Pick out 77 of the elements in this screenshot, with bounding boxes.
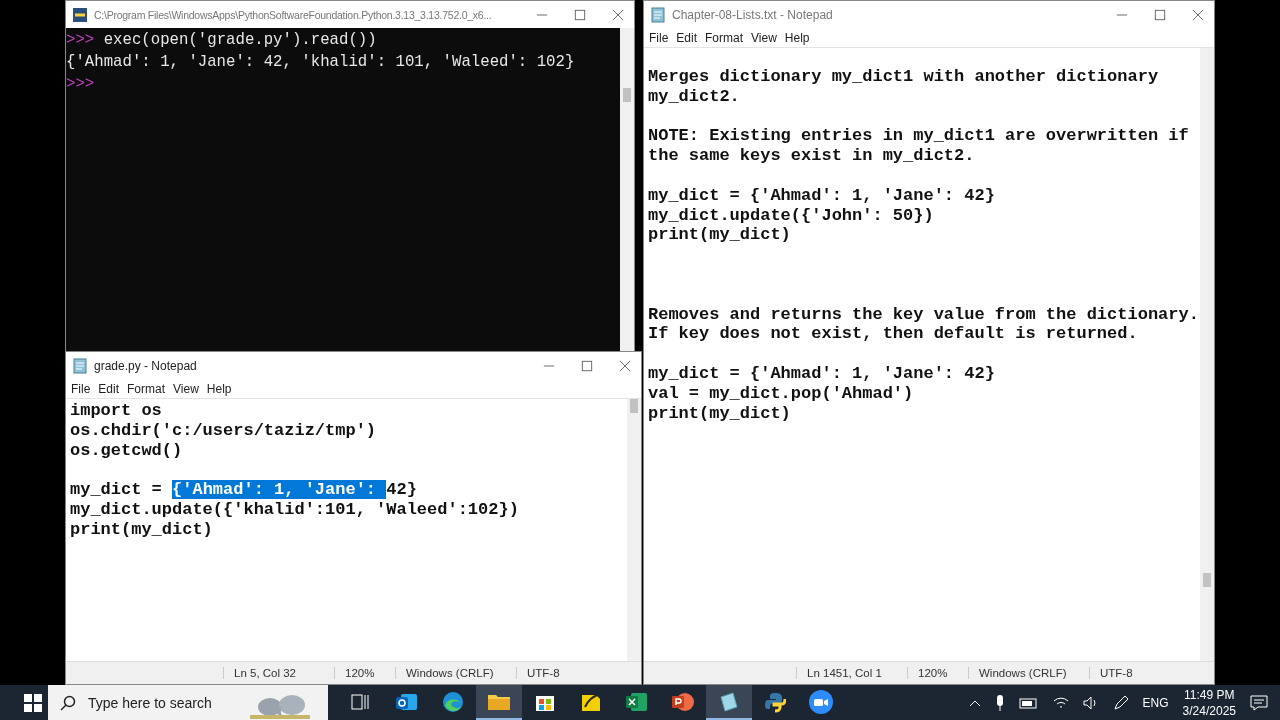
text-line: print(my_dict) xyxy=(648,403,791,423)
status-text: UTF-8 xyxy=(1089,667,1200,679)
maximize-icon[interactable] xyxy=(574,8,586,21)
notepad-icon xyxy=(72,357,88,374)
windows-icon[interactable] xyxy=(24,694,42,712)
wifi-icon[interactable] xyxy=(1052,695,1069,710)
clock-date[interactable]: 3/24/2025 xyxy=(1182,702,1236,719)
text-line: print(my_dict) xyxy=(648,225,791,245)
menu-item[interactable]: Help xyxy=(206,381,232,396)
chevron-up-icon[interactable] xyxy=(968,698,981,707)
menu-item[interactable]: File xyxy=(649,30,669,45)
shell-prompt: >>> xyxy=(66,31,95,49)
text-line: If key does not exist, then default is returned. xyxy=(648,324,1138,344)
maximize-icon[interactable] xyxy=(1154,8,1166,21)
search-input[interactable]: Type here to search xyxy=(86,693,240,712)
code-text: my_dict = xyxy=(70,480,163,500)
window-title: Chapter-08-Lists.txt - Notepad xyxy=(672,7,834,22)
code-text: my_dict.update({'khalid':101, 'Waleed':102}) xyxy=(70,500,519,519)
code-text: print(my_dict) xyxy=(70,519,213,539)
status-text: Windows (CRLF) xyxy=(968,667,1089,679)
search-field[interactable]: Type here to search xyxy=(48,685,328,720)
taskbar-app[interactable] xyxy=(476,685,522,720)
text-line: Merges dictionary my_dict1 with another dictionary xyxy=(648,67,1159,86)
scroll-bar[interactable] xyxy=(627,399,641,661)
window-title: grade.py - Notepad xyxy=(94,358,198,373)
spreadsheet-icon xyxy=(625,690,649,713)
close-icon[interactable] xyxy=(1192,8,1204,21)
text-line: my_dict = {'Ahmad': 1, 'Jane': 42} xyxy=(648,363,995,383)
taskbar-app[interactable] xyxy=(706,685,752,720)
menu-item[interactable]: Help xyxy=(784,30,810,45)
menu-item[interactable]: File xyxy=(71,381,91,396)
browser-icon xyxy=(441,689,465,714)
maximize-icon[interactable] xyxy=(581,359,593,372)
menu-item[interactable]: Format xyxy=(127,381,166,396)
language-indicator[interactable]: ENG xyxy=(1142,695,1169,710)
close-icon[interactable] xyxy=(612,8,624,21)
text-line: Removes and returns the key value from the dictionary. xyxy=(648,304,1199,324)
shell-text: exec(open('grade.py').read()) xyxy=(103,31,377,49)
notification-icon[interactable] xyxy=(1250,694,1268,711)
status-text: 120% xyxy=(334,667,395,679)
close-icon[interactable] xyxy=(619,359,631,372)
code-text: os.chdir('c:/users/taziz/tmp') xyxy=(70,420,377,440)
text-line: the same keys exist in my_dict2. xyxy=(648,146,975,166)
clock-time[interactable]: 11:49 PM xyxy=(1184,686,1235,703)
status-text: Ln 1451, Col 1 xyxy=(796,667,907,679)
code-text: 42} xyxy=(386,480,417,500)
status-text: UTF-8 xyxy=(516,667,627,679)
text-line: my_dict.update({'John': 50}) xyxy=(648,205,934,225)
shell-text: {'Ahmad': 1, 'Jane': 42, 'khalid': 101, 'Waleed': 102} xyxy=(66,53,575,71)
text-line: val = my_dict.pop('Ahmad') xyxy=(648,383,914,403)
code-text: import os xyxy=(70,401,162,420)
selected-text: {'Ahmad': 1, 'Jane': xyxy=(172,480,387,500)
menu-item[interactable]: View xyxy=(173,381,199,396)
text-line: NOTE: Existing entries in my_dict1 are overwritten if xyxy=(648,126,1189,146)
menu-item[interactable]: Format xyxy=(705,30,744,45)
video-call-icon xyxy=(808,688,834,715)
pen-icon[interactable] xyxy=(1112,694,1129,711)
scroll-bar[interactable] xyxy=(620,28,634,351)
status-text: Ln 5, Col 32 xyxy=(223,667,334,679)
window-title: C:\Program Files\WindowsApps\PythonSoftwareFoundation.Python.3.13_3.13.752.0_x6... xyxy=(94,8,492,21)
menu-item[interactable]: View xyxy=(751,30,777,45)
scroll-bar[interactable] xyxy=(1200,48,1214,661)
status-text: 120% xyxy=(907,667,968,679)
notepad-icon xyxy=(718,690,740,713)
shell-prompt: >>> xyxy=(66,75,95,93)
menu-item[interactable]: Edit xyxy=(98,381,120,396)
text-line: my_dict = {'Ahmad': 1, 'Jane': 42} xyxy=(648,185,995,205)
status-text: Windows (CRLF) xyxy=(395,667,516,679)
volume-icon[interactable] xyxy=(1082,695,1099,710)
microphone-icon[interactable] xyxy=(994,694,1005,711)
menu-item[interactable]: Edit xyxy=(676,30,698,45)
code-text: os.getcwd() xyxy=(70,440,183,460)
search-icon xyxy=(60,694,76,711)
task-view-icon xyxy=(351,692,371,711)
battery-icon[interactable] xyxy=(1018,696,1039,709)
notepad-icon xyxy=(650,6,666,23)
text-line: my_dict2. xyxy=(648,86,740,106)
